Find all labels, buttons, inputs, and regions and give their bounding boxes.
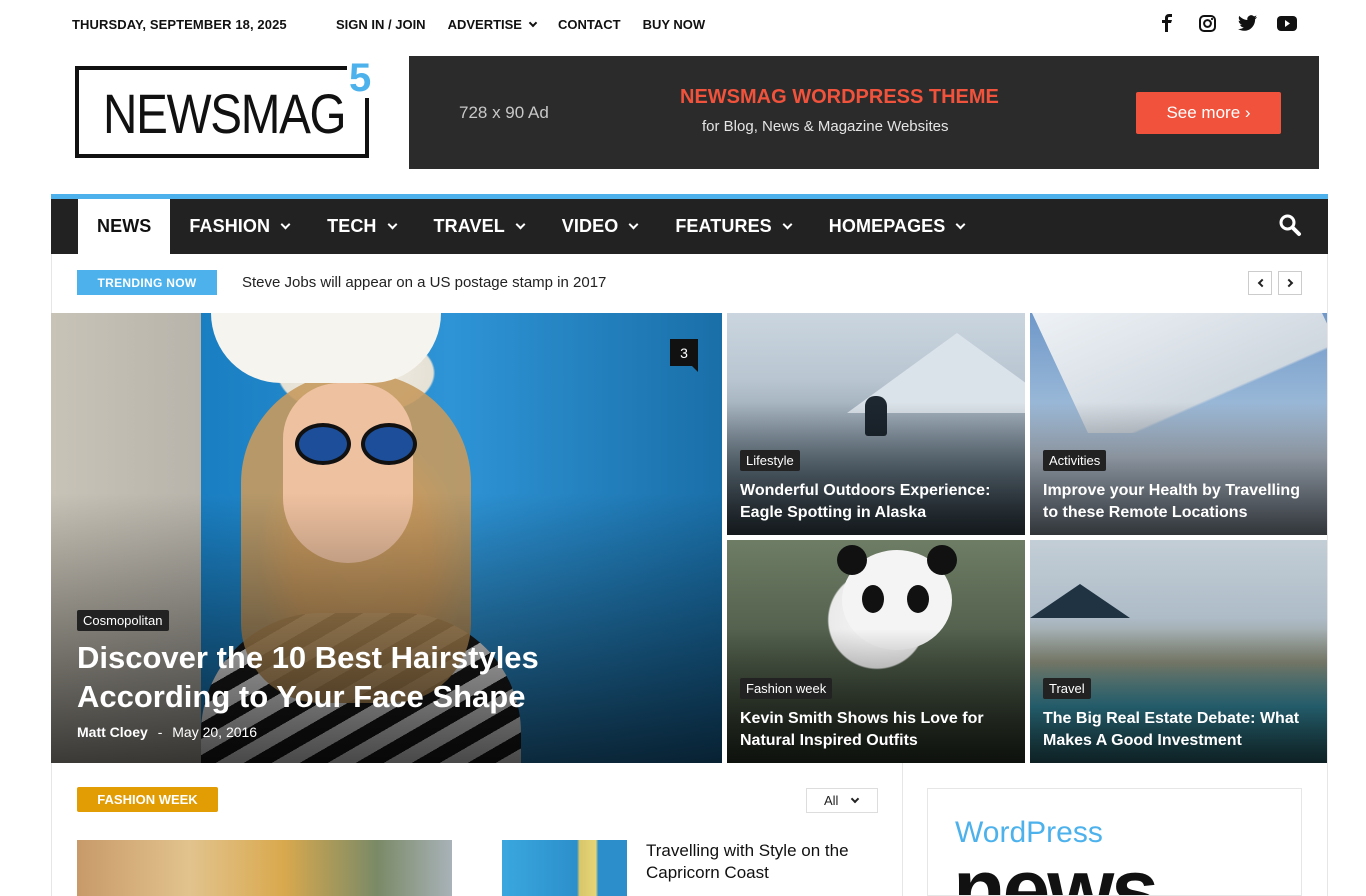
chevron-down-icon [528, 18, 538, 27]
buy-now-link[interactable]: BUY NOW [643, 17, 706, 32]
article-title[interactable]: Discover the 10 Best Hairstyles Accordin… [77, 638, 597, 716]
chevron-down-icon [851, 794, 860, 803]
sign-in-link[interactable]: SIGN IN / JOIN [336, 17, 426, 32]
nav-item-homepages[interactable]: HOMEPAGES [810, 199, 984, 254]
twitter-icon[interactable] [1236, 12, 1258, 34]
category-badge[interactable]: Lifestyle [740, 450, 800, 471]
featured-image-hat [211, 313, 441, 383]
article-title[interactable]: Travelling with Style on the Capricorn C… [646, 840, 886, 884]
search-icon[interactable] [1278, 213, 1304, 239]
chevron-down-icon [280, 219, 291, 230]
social-links [1156, 12, 1298, 34]
nav-item-label: TECH [327, 216, 377, 236]
tile-image-panda-eye [907, 585, 929, 613]
nav-items: NEWS FASHION TECH TRAVEL VIDEO FEATURES … [78, 199, 983, 254]
trending-now-badge: TRENDING NOW [77, 270, 217, 295]
sidebar-ad-word: news [953, 842, 1159, 896]
chevron-left-icon [1257, 278, 1266, 288]
category-badge[interactable]: Activities [1043, 450, 1107, 471]
trending-prev-button[interactable] [1248, 271, 1272, 295]
fashion-week-section-badge[interactable]: FASHION WEEK [77, 787, 218, 812]
article-title[interactable]: Kevin Smith Shows his Love for Natural I… [740, 708, 1015, 752]
sidebar-ad[interactable]: WordPress news [927, 788, 1302, 896]
chevron-down-icon [955, 219, 966, 230]
logo-text: NEWSMAG [103, 82, 347, 145]
nav-item-label: TRAVEL [433, 216, 505, 236]
meta-separator: - [157, 724, 163, 740]
see-more-button[interactable]: See more › [1136, 92, 1281, 134]
trending-next-button[interactable] [1278, 271, 1302, 295]
advertise-label: ADVERTISE [447, 17, 522, 32]
nav-item-label: FEATURES [675, 216, 772, 236]
ad-subline: for Blog, News & Magazine Websites [702, 118, 949, 135]
category-badge[interactable]: Cosmopolitan [77, 610, 169, 631]
nav-item-news[interactable]: NEWS [78, 199, 171, 254]
nav-item-label: HOMEPAGES [828, 216, 946, 236]
category-filter-select[interactable]: All [806, 788, 878, 813]
nav-item-label: VIDEO [561, 216, 619, 236]
filter-value: All [824, 793, 839, 808]
featured-tile[interactable]: Lifestyle Wonderful Outdoors Experience:… [727, 313, 1025, 535]
tile-image-panda-eye [862, 585, 884, 613]
logo-version: 5 [347, 56, 374, 100]
article-meta: Matt Cloey - May 20, 2016 [77, 724, 257, 740]
contact-link[interactable]: CONTACT [558, 17, 621, 32]
article-title[interactable]: Improve your Health by Travelling to the… [1043, 480, 1318, 524]
trending-arrows [1248, 271, 1302, 295]
comment-count-badge[interactable]: 3 [670, 339, 698, 372]
nav-item-travel[interactable]: TRAVEL [415, 199, 543, 254]
article-title[interactable]: The Big Real Estate Debate: What Makes A… [1043, 708, 1318, 752]
featured-tile[interactable]: Activities Improve your Health by Travel… [1030, 313, 1327, 535]
article-title[interactable]: Wonderful Outdoors Experience: Eagle Spo… [740, 480, 1015, 524]
top-menu: SIGN IN / JOIN ADVERTISE CONTACT BUY NOW [336, 17, 727, 32]
chevron-right-icon [1284, 278, 1293, 288]
article-author[interactable]: Matt Cloey [77, 724, 148, 740]
category-badge[interactable]: Travel [1043, 678, 1091, 699]
nav-item-label: NEWS [97, 216, 152, 236]
instagram-icon[interactable] [1196, 12, 1218, 34]
nav-item-label: FASHION [189, 216, 271, 236]
ad-size-label: 728 x 90 Ad [459, 103, 549, 122]
trending-headline[interactable]: Steve Jobs will appear on a US postage s… [242, 274, 606, 291]
header-ad-banner[interactable]: 728 x 90 Ad NEWSMAG WORDPRESS THEME for … [409, 56, 1319, 169]
tile-image-panda-ear [927, 545, 957, 575]
featured-image-sunglass-right [361, 423, 417, 465]
chevron-down-icon [387, 219, 397, 230]
site-logo[interactable]: NEWSMAG 5 [75, 58, 374, 158]
youtube-icon[interactable] [1276, 12, 1298, 34]
article-thumbnail[interactable] [502, 840, 627, 896]
featured-tile[interactable]: Fashion week Kevin Smith Shows his Love … [727, 540, 1025, 763]
advertise-link[interactable]: ADVERTISE [447, 17, 538, 32]
featured-tile[interactable]: Travel The Big Real Estate Debate: What … [1030, 540, 1327, 763]
ad-headline: NEWSMAG WORDPRESS THEME [680, 86, 999, 108]
tile-image-panda-ear [837, 545, 867, 575]
nav-item-features[interactable]: FEATURES [656, 199, 809, 254]
category-badge[interactable]: Fashion week [740, 678, 833, 699]
column-divider [902, 763, 903, 896]
main-navigation: NEWS FASHION TECH TRAVEL VIDEO FEATURES … [51, 194, 1328, 254]
nav-item-tech[interactable]: TECH [308, 199, 414, 254]
featured-image-sunglass-left [295, 423, 351, 465]
chevron-down-icon [515, 219, 526, 230]
article-thumbnail[interactable] [77, 840, 452, 896]
nav-item-fashion[interactable]: FASHION [170, 199, 308, 254]
featured-big-article[interactable]: 3 Cosmopolitan Discover the 10 Best Hair… [51, 313, 722, 763]
nav-item-video[interactable]: VIDEO [543, 199, 657, 254]
chevron-down-icon [782, 219, 793, 230]
facebook-icon[interactable] [1156, 12, 1178, 34]
chevron-down-icon [628, 219, 639, 230]
top-bar: THURSDAY, SEPTEMBER 18, 2025 SIGN IN / J… [0, 0, 1366, 50]
current-date: THURSDAY, SEPTEMBER 18, 2025 [72, 17, 287, 32]
tile-image-roof [1030, 584, 1130, 618]
article-date: May 20, 2016 [172, 724, 258, 740]
